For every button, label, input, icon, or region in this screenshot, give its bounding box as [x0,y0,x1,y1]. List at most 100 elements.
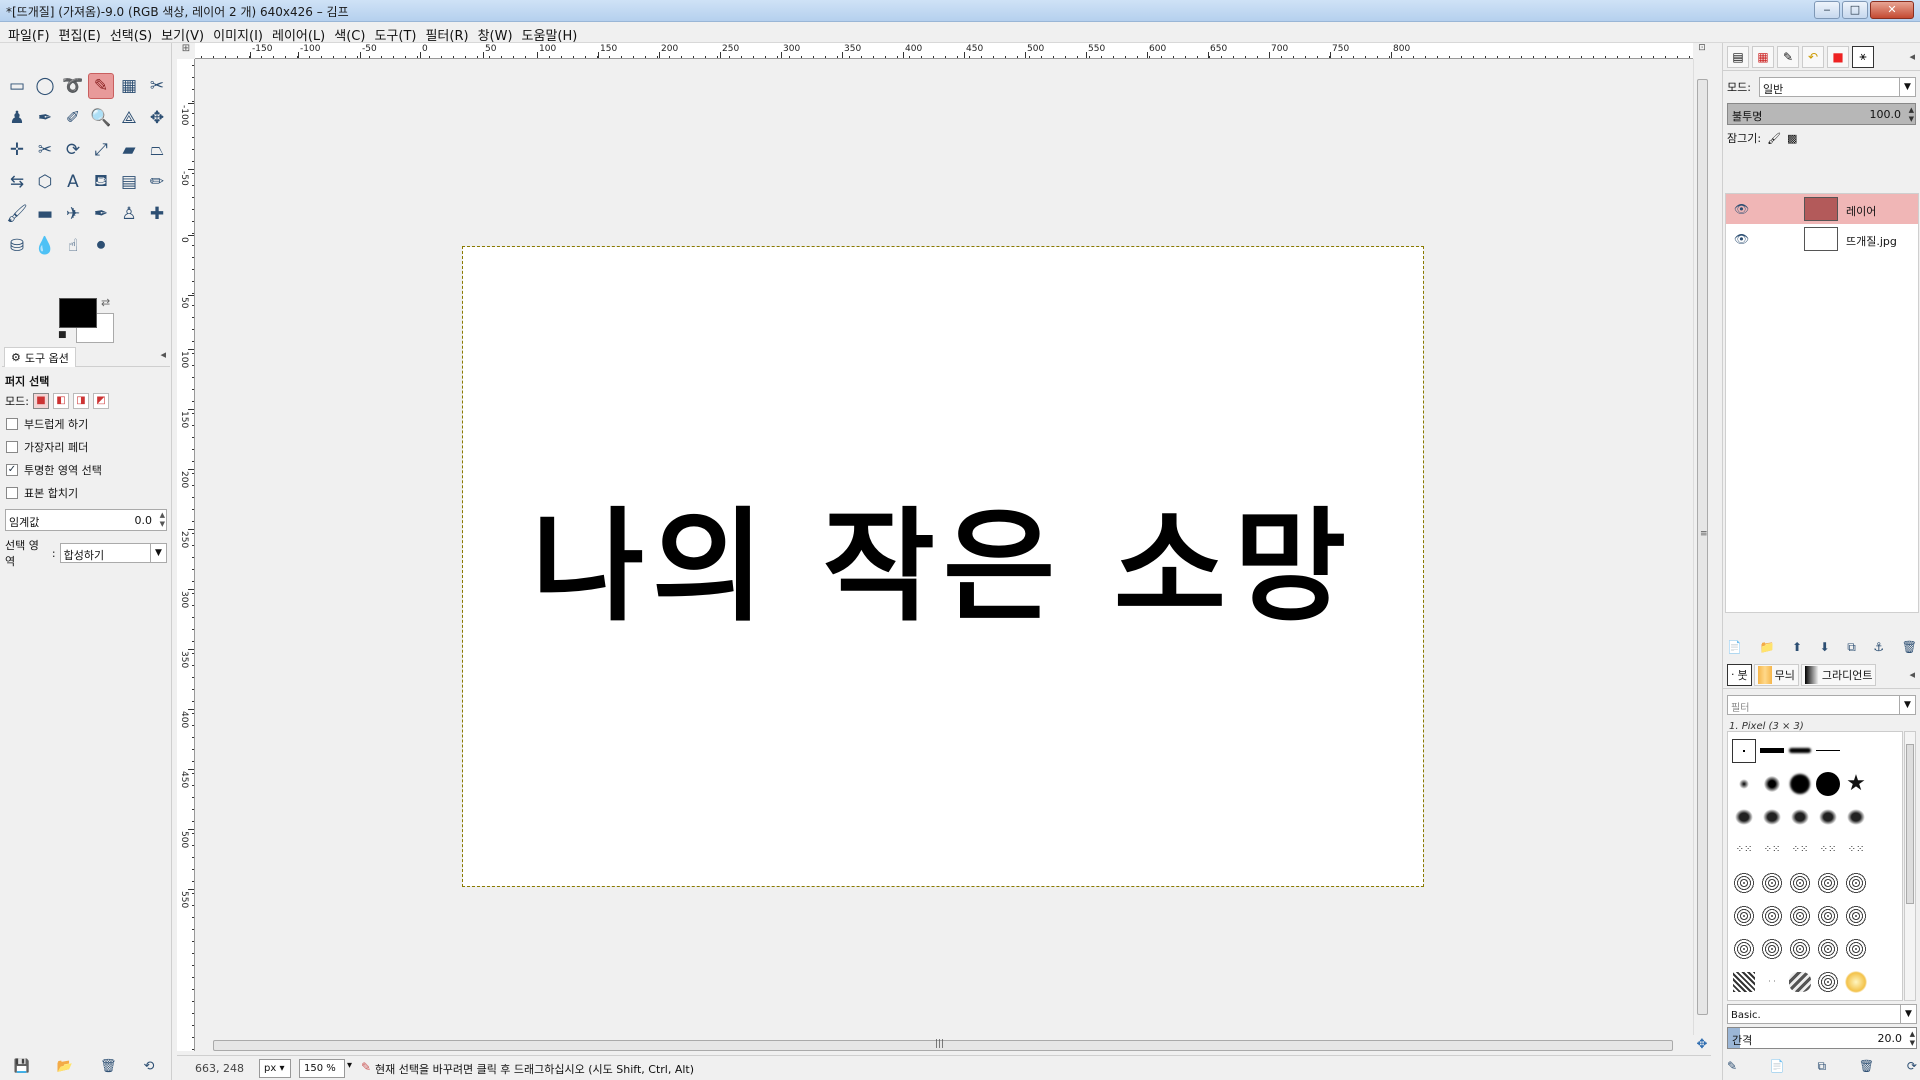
dodge-burn-icon[interactable]: ⚫ [88,233,114,259]
brush-stripes-icon[interactable] [1732,970,1756,994]
layer-mode-dropdown[interactable]: 일반 ▼ [1758,77,1916,97]
unit-dropdown[interactable]: px ▾ [259,1059,291,1078]
brush-splat-icon[interactable] [1816,805,1840,829]
mode-subtract-icon[interactable]: ◨ [72,393,89,409]
dock-menu-icon[interactable]: ◂ [1909,50,1915,63]
select-by-color-icon[interactable]: ▦ [116,73,142,99]
menu-tools[interactable]: 도구(T) [372,22,423,44]
layer-name[interactable]: 뜨개질.jpg [1846,233,1897,249]
free-select-icon[interactable]: ➰ [60,73,86,99]
eraser-icon[interactable]: ▬ [32,201,58,227]
reset-options-icon[interactable]: ⟲ [144,1059,155,1074]
menu-layer[interactable]: 레이어(L) [270,22,332,44]
zoom-dropdown[interactable]: 150 % [299,1059,345,1078]
rect-select-icon[interactable]: ▭ [4,73,30,99]
maximize-button[interactable]: □ [1842,1,1868,19]
brush-star-icon[interactable]: ★ [1844,772,1868,796]
horizontal-scrollbar[interactable]: ||| [195,1037,1693,1055]
mode-replace-icon[interactable]: ■ [32,393,49,409]
smudge-icon[interactable]: ☝ [60,233,86,259]
delete-layer-icon[interactable]: 🗑 [1902,640,1917,655]
color-picker-icon[interactable]: ✐ [60,105,86,131]
brush-texture-icon[interactable] [1732,937,1756,961]
spin-arrows-icon[interactable]: ▲ ▼ [160,511,165,529]
bucket-fill-icon[interactable]: ⛾ [88,169,114,195]
swap-colors-icon[interactable]: ⇄ [101,296,110,309]
flip-icon[interactable]: ⇆ [4,169,30,195]
scissors-select-icon[interactable]: ✂ [144,73,170,99]
dock-menu-icon[interactable]: ◂ [1909,668,1915,681]
option-checkbox-row[interactable]: ✓ 투명한 영역 선택 [6,462,170,478]
duplicate-layer-icon[interactable]: ⧉ [1847,640,1856,655]
paintbrush-icon[interactable]: 🖌 [4,201,30,227]
opacity-slider[interactable]: 불투명 100.0 ▲ ▼ [1727,103,1916,125]
option-checkbox-row[interactable]: 부드럽게 하기 [6,416,170,432]
vertical-scrollbar[interactable]: ≡ [1693,59,1711,1035]
delete-brush-icon[interactable]: 🗑 [1859,1059,1874,1074]
image-canvas[interactable]: 나의 작은 소망 [462,246,1424,887]
airbrush-icon[interactable]: ✈ [60,201,86,227]
raise-layer-icon[interactable]: ⬆ [1792,640,1802,655]
brush-hard-l-icon[interactable] [1816,771,1840,796]
brush-line-icon[interactable] [1760,739,1784,763]
brush-texture-icon[interactable] [1816,871,1840,895]
duplicate-brush-icon[interactable]: ⧉ [1818,1059,1827,1074]
lock-alpha-icon[interactable]: ▩ [1787,132,1797,145]
close-button[interactable]: ✕ [1870,1,1914,19]
delete-options-icon[interactable]: 🗑 [100,1059,117,1074]
layer-row[interactable]: 👁 레이어 [1726,194,1918,224]
mode-intersect-icon[interactable]: ◩ [92,393,109,409]
spin-arrows-icon[interactable]: ▲ ▼ [1909,106,1914,124]
measure-icon[interactable]: ⟁ [116,105,142,131]
layer-row[interactable]: 👁 뜨개질.jpg [1726,224,1918,254]
brush-texture-icon[interactable] [1732,871,1756,895]
menu-file[interactable]: 파일(F) [6,22,57,44]
brush-hard-m-icon[interactable] [1788,772,1812,796]
brush-scrollbar[interactable] [1904,731,1916,1001]
new-layer-group-icon[interactable]: 📁 [1760,640,1775,655]
tab-tool-options[interactable]: ⚙ 도구 옵션 [4,347,76,367]
brush-texture-icon[interactable] [1788,937,1812,961]
reset-colors-icon[interactable]: ■ [58,330,67,340]
eye-icon[interactable]: 👁 [1734,232,1749,246]
paths-icon[interactable]: ✒ [32,105,58,131]
navigate-icon[interactable]: ✥ [1693,1037,1711,1055]
tab-patterns[interactable]: 무늬 [1753,663,1799,686]
ink-icon[interactable]: ✒ [88,201,114,227]
brush-blur-line-icon[interactable] [1788,739,1812,763]
brush-scatter-icon[interactable]: ⁘⁙ [1732,838,1756,862]
select-by-dropdown[interactable]: 합성하기 ▼ [59,543,167,563]
scale-icon[interactable]: ⤢ [88,137,114,163]
restore-options-icon[interactable]: 📂 [57,1059,73,1074]
blur-sharpen-icon[interactable]: 💧 [32,233,58,259]
brush-line-thin-icon[interactable] [1816,739,1840,763]
horizontal-ruler[interactable]: -150 -100 -50 0 50 100 150 200 250 300 350 400 450 50… [195,43,1693,59]
clone-icon[interactable]: ♙ [116,201,142,227]
spacing-slider[interactable]: 간격 20.0 ▲ ▼ [1727,1027,1917,1049]
brush-texture-icon[interactable] [1816,937,1840,961]
brush-wave-icon[interactable] [1788,970,1812,994]
brush-texture-icon[interactable] [1844,937,1868,961]
vertical-ruler[interactable]: -100 -50 0 50 100 150 200 250 300 350 400 450 500 550 [177,59,195,1051]
brush-filter-dropdown[interactable]: 필터 ▼ [1727,695,1916,715]
brush-splat-icon[interactable] [1844,805,1868,829]
menu-colors[interactable]: 색(C) [332,22,372,44]
menu-filters[interactable]: 필터(R) [423,22,475,44]
tab-layers[interactable]: ▤ [1727,45,1749,68]
new-layer-icon[interactable]: 📄 [1727,640,1742,655]
new-brush-icon[interactable]: 📄 [1770,1059,1785,1074]
quick-mask-corner-icon[interactable]: ⊞ [177,43,195,59]
brush-soft-s-icon[interactable] [1732,772,1756,796]
brush-scatter-icon[interactable]: ⁘⁙ [1760,838,1784,862]
menu-image[interactable]: 이미지(I) [211,22,270,44]
checkbox[interactable] [6,418,18,430]
move-icon[interactable]: ✥ [144,105,170,131]
save-options-icon[interactable]: 💾 [14,1059,30,1074]
checkbox[interactable] [6,487,18,499]
brush-dots-icon[interactable]: · · [1760,970,1784,994]
menu-help[interactable]: 도움말(H) [520,22,585,44]
brush-texture-icon[interactable] [1816,904,1840,928]
heal-icon[interactable]: ✚ [144,201,170,227]
tab-undo[interactable]: ↶ [1802,45,1824,68]
brush-preset-dropdown[interactable]: Basic. ▼ [1727,1004,1917,1024]
